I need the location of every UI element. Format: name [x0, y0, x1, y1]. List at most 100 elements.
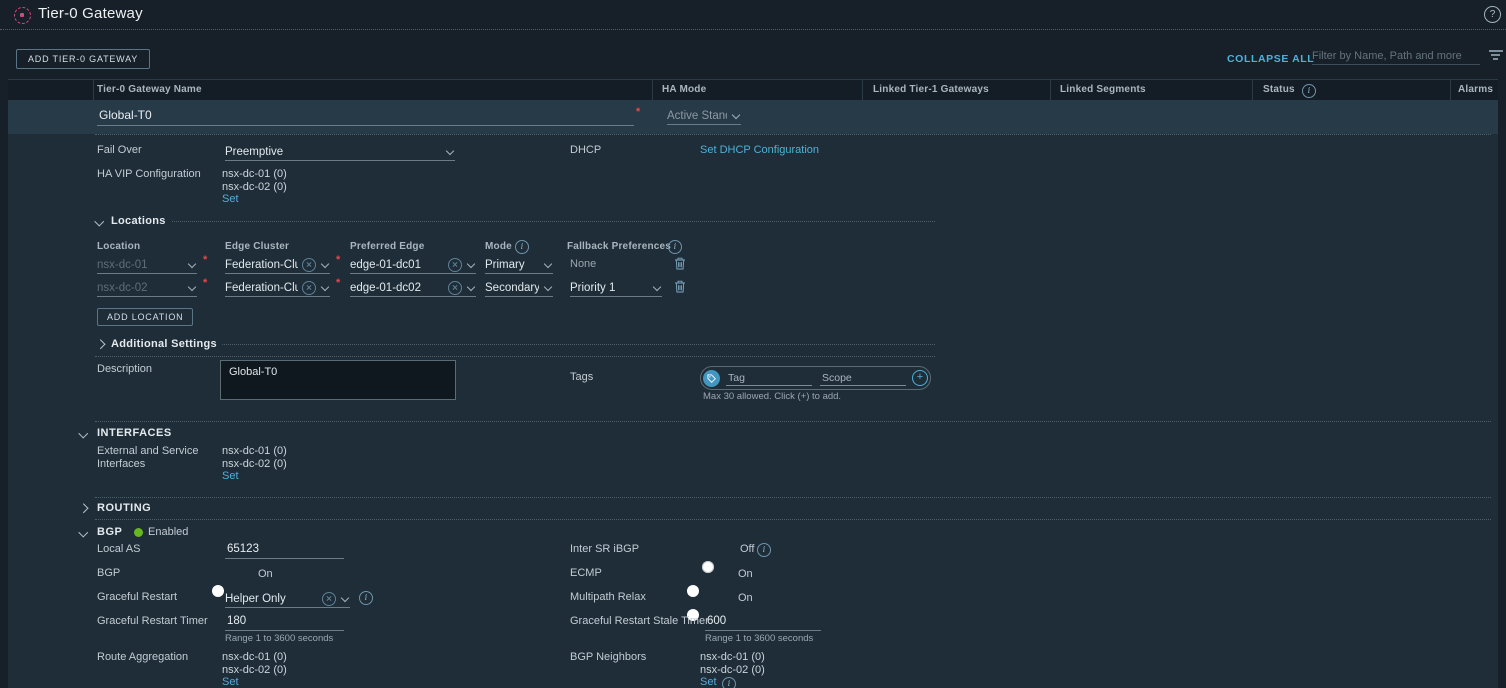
- chevron-down-icon: [188, 282, 196, 290]
- section-divider: [222, 344, 935, 345]
- chevron-down-icon: [544, 282, 552, 290]
- location-select[interactable]: nsx-dc-02: [97, 279, 197, 297]
- col-header-alarms[interactable]: Alarms: [1458, 84, 1493, 95]
- section-divider: [95, 421, 1491, 422]
- mode-info-icon[interactable]: [515, 240, 529, 254]
- bgp-section-title[interactable]: BGP: [97, 526, 122, 538]
- description-label: Description: [97, 363, 152, 375]
- collapse-all-link[interactable]: COLLAPSE ALL: [1227, 53, 1314, 65]
- multipath-relax-label: Multipath Relax: [570, 591, 646, 603]
- inter-sr-info-icon[interactable]: [757, 543, 771, 557]
- required-asterisk: [636, 106, 640, 118]
- section-divider: [95, 519, 1491, 520]
- fallback-value: None: [570, 258, 596, 271]
- dhcp-label: DHCP: [570, 144, 601, 156]
- gr-stale-timer-input[interactable]: [705, 613, 821, 631]
- mode-select[interactable]: Secondary: [485, 279, 553, 297]
- required-asterisk: [336, 277, 340, 289]
- locations-section-title[interactable]: Locations: [111, 215, 166, 227]
- bgp-neighbors-value: nsx-dc-01 (0): [700, 651, 765, 664]
- ha-vip-set-link[interactable]: Set: [222, 193, 239, 205]
- multipath-relax-state: On: [738, 592, 753, 604]
- status-info-icon[interactable]: [1302, 84, 1316, 98]
- clear-selection-icon[interactable]: [322, 592, 336, 606]
- ecmp-label: ECMP: [570, 567, 602, 579]
- col-header-name[interactable]: Tier-0 Gateway Name: [97, 84, 202, 95]
- routing-section-title[interactable]: ROUTING: [97, 502, 151, 514]
- filter-input[interactable]: [1312, 48, 1480, 65]
- help-icon[interactable]: [1484, 6, 1501, 23]
- gr-timer-hint: Range 1 to 3600 seconds: [225, 633, 333, 644]
- location-select[interactable]: nsx-dc-01: [97, 256, 197, 274]
- bgp-neighbors-info-icon[interactable]: [722, 677, 736, 688]
- bgp-neighbors-label: BGP Neighbors: [570, 651, 646, 663]
- chevron-down-icon: [321, 259, 329, 267]
- header-divider: [0, 29, 1506, 30]
- clear-selection-icon[interactable]: [448, 258, 462, 272]
- gr-stale-timer-hint: Range 1 to 3600 seconds: [705, 633, 813, 644]
- tier0-gateway-page: Tier-0 Gateway ADD TIER-0 GATEWAY COLLAP…: [0, 0, 1506, 688]
- required-asterisk: [203, 277, 207, 289]
- preferred-edge-select[interactable]: edge-01-dc01: [350, 256, 476, 274]
- inter-sr-ibgp-label: Inter SR iBGP: [570, 543, 639, 555]
- page-title: Tier-0 Gateway: [38, 5, 143, 22]
- scope-input[interactable]: [820, 371, 906, 386]
- add-location-button[interactable]: ADD LOCATION: [97, 308, 193, 326]
- chevron-down-icon: [321, 282, 329, 290]
- graceful-restart-label: Graceful Restart: [97, 591, 177, 603]
- bgp-neighbors-set-link[interactable]: Set: [700, 676, 717, 688]
- fallback-select[interactable]: Priority 1: [570, 279, 662, 297]
- local-as-input[interactable]: [225, 541, 344, 559]
- clear-selection-icon[interactable]: [302, 258, 316, 272]
- chevron-down-icon: [467, 282, 475, 290]
- interfaces-set-link[interactable]: Set: [222, 470, 239, 482]
- preferred-edge-select[interactable]: edge-01-dc02: [350, 279, 476, 297]
- column-divider: [862, 79, 863, 100]
- additional-settings-title[interactable]: Additional Settings: [111, 338, 217, 350]
- col-fallback-preferences: Fallback Preferences: [567, 241, 671, 252]
- col-edge-cluster: Edge Cluster: [225, 241, 289, 252]
- graceful-restart-info-icon[interactable]: [359, 591, 373, 605]
- chevron-down-icon: [544, 259, 552, 267]
- delete-location-icon[interactable]: [674, 280, 686, 298]
- set-dhcp-configuration-link[interactable]: Set DHCP Configuration: [700, 144, 819, 156]
- section-divider: [172, 221, 935, 222]
- col-header-linked-segments[interactable]: Linked Segments: [1060, 84, 1146, 95]
- clear-selection-icon[interactable]: [448, 281, 462, 295]
- bgp-toggle-state: On: [258, 568, 273, 580]
- clear-selection-icon[interactable]: [302, 281, 316, 295]
- tag-icon: [703, 370, 720, 387]
- interfaces-value: nsx-dc-01 (0): [222, 445, 287, 458]
- bgp-enabled-status: Enabled: [148, 526, 188, 538]
- chevron-down-icon: [653, 282, 661, 290]
- delete-location-icon[interactable]: [674, 257, 686, 275]
- fail-over-select[interactable]: Preemptive: [225, 143, 455, 161]
- interfaces-section-title[interactable]: INTERFACES: [97, 427, 172, 439]
- gateway-name-input[interactable]: [97, 106, 634, 126]
- col-header-linked-t1[interactable]: Linked Tier-1 Gateways: [873, 84, 989, 95]
- col-location: Location: [97, 241, 140, 252]
- chevron-down-icon: [467, 259, 475, 267]
- col-header-ha-mode[interactable]: HA Mode: [662, 84, 706, 95]
- ecmp-state: On: [738, 568, 753, 580]
- description-textarea[interactable]: Global-T0: [220, 360, 456, 400]
- ha-vip-value: nsx-dc-01 (0): [222, 168, 287, 181]
- mode-select[interactable]: Primary: [485, 256, 553, 274]
- add-tier0-gateway-button[interactable]: ADD TIER-0 GATEWAY: [16, 49, 150, 69]
- route-aggregation-set-link[interactable]: Set: [222, 676, 239, 688]
- chevron-down-icon: [732, 110, 740, 118]
- filter-icon[interactable]: [1488, 50, 1503, 61]
- gr-timer-input[interactable]: [225, 613, 344, 631]
- edge-cluster-select[interactable]: Federation-Cluste: [225, 279, 330, 297]
- local-as-label: Local AS: [97, 543, 140, 555]
- graceful-restart-select[interactable]: Helper Only: [225, 590, 350, 608]
- external-service-label: External and Service: [97, 445, 199, 457]
- edge-cluster-select[interactable]: Federation-Cluste: [225, 256, 330, 274]
- external-service-label2: Interfaces: [97, 458, 145, 470]
- ha-mode-select[interactable]: Active Standby: [667, 107, 741, 125]
- required-asterisk: [203, 254, 207, 266]
- col-header-status[interactable]: Status: [1263, 84, 1295, 95]
- fallback-info-icon[interactable]: [668, 240, 682, 254]
- tag-input[interactable]: [726, 371, 812, 386]
- add-tag-icon[interactable]: [912, 370, 928, 386]
